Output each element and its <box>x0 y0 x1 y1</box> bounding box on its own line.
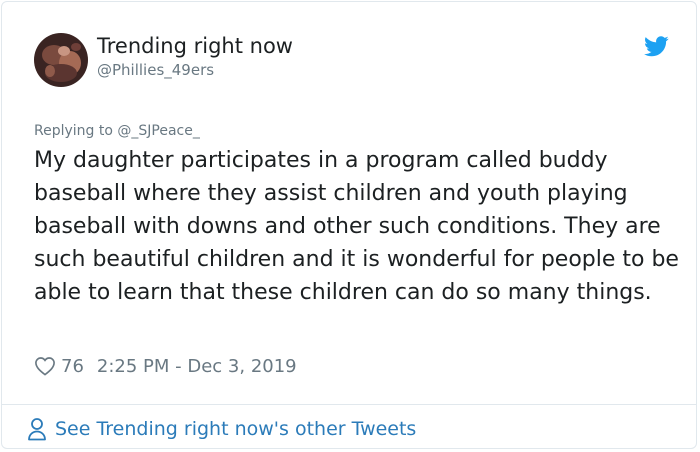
timestamp[interactable]: 2:25 PM - Dec 3, 2019 <box>97 356 297 377</box>
avatar[interactable] <box>34 33 88 87</box>
divider <box>2 404 696 405</box>
other-tweets-label[interactable]: See Trending right now's other Tweets <box>55 418 416 440</box>
like-count[interactable]: 76 <box>61 356 84 377</box>
reply-context[interactable]: Replying to @_SJPeace_ <box>34 121 200 141</box>
other-tweets-link[interactable]: See Trending right now's other Tweets <box>27 416 416 442</box>
heart-icon[interactable] <box>34 356 56 376</box>
twitter-bird-icon[interactable] <box>644 36 669 57</box>
tweet-text: My daughter participates in a program ca… <box>34 148 679 305</box>
author-handle[interactable]: @Phillies_49ers <box>97 60 214 80</box>
tweet-card: Trending right now @Phillies_49ers Reply… <box>1 1 697 449</box>
tweet-meta: 76 2:25 PM - Dec 3, 2019 <box>34 353 297 379</box>
person-icon <box>27 417 47 441</box>
author-name[interactable]: Trending right now <box>97 33 293 59</box>
